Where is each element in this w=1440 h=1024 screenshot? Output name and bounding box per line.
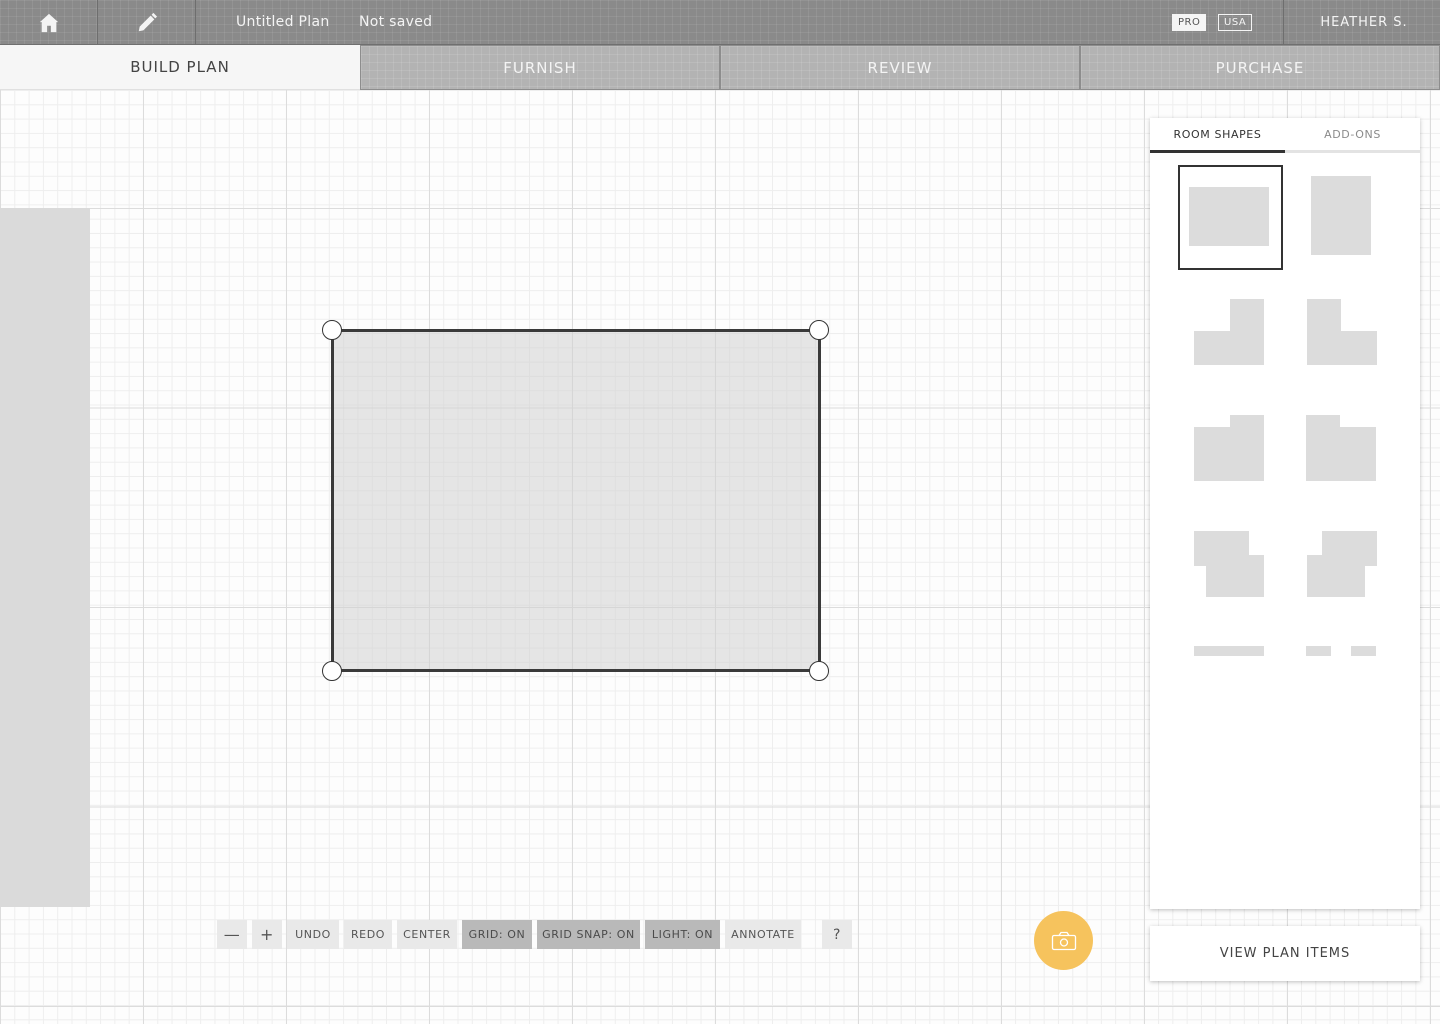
zoom-in-button[interactable]: + [252,920,282,949]
corner-handle-top-right[interactable] [809,320,829,340]
shape-offset-left[interactable] [1291,518,1396,618]
shape-wall-with-gap[interactable] [1291,633,1396,668]
user-menu[interactable]: HEATHER S. [1283,0,1440,45]
shape-notch-left[interactable] [1291,401,1396,501]
step-tabs: BUILD PLAN FURNISH REVIEW PURCHASE [0,45,1440,90]
shape-offset-right[interactable] [1178,518,1283,618]
edit-plan-button[interactable] [98,0,196,45]
redo-button[interactable]: REDO [344,920,392,949]
tab-purchase[interactable]: PURCHASE [1080,45,1440,90]
tab-add-ons[interactable]: ADD-ONS [1285,118,1420,153]
annotate-button[interactable]: ANNOTATE [725,920,801,949]
home-icon [39,13,58,32]
tab-room-shapes[interactable]: ROOM SHAPES [1150,118,1285,153]
shape-l-left[interactable] [1291,285,1396,385]
room-rectangle[interactable] [331,329,821,672]
corner-handle-top-left[interactable] [322,320,342,340]
left-side-panel [0,208,90,907]
pencil-icon [138,12,157,31]
shapes-panel: ROOM SHAPES ADD-ONS [1150,118,1420,909]
plan-title[interactable]: Untitled Plan [236,0,330,45]
home-button[interactable] [0,0,98,45]
help-button[interactable]: ? [822,920,852,949]
camera-icon [1051,931,1076,950]
shape-wall[interactable] [1178,633,1283,668]
tab-review[interactable]: REVIEW [720,45,1080,90]
user-name: HEATHER S. [1320,15,1408,30]
tab-furnish[interactable]: FURNISH [360,45,720,90]
shape-notch-right[interactable] [1178,401,1283,501]
region-badge[interactable]: USA [1218,14,1253,31]
center-button[interactable]: CENTER [397,920,457,949]
shape-tall-rectangle[interactable] [1291,165,1396,270]
shape-rectangle[interactable] [1178,165,1283,270]
shape-l-right[interactable] [1178,285,1283,385]
snapshot-button[interactable] [1034,911,1093,970]
grid-snap-toggle[interactable]: GRID SNAP: ON [537,920,640,949]
undo-button[interactable]: UNDO [287,920,339,949]
corner-handle-bottom-left[interactable] [322,661,342,681]
corner-handle-bottom-right[interactable] [809,661,829,681]
view-plan-items-button[interactable]: VIEW PLAN ITEMS [1150,926,1420,981]
top-bar: Untitled Plan Not saved PRO USA HEATHER … [0,0,1440,45]
save-status: Not saved [359,14,433,30]
tab-build-plan[interactable]: BUILD PLAN [0,45,360,90]
zoom-out-button[interactable]: — [217,920,247,949]
light-toggle[interactable]: LIGHT: ON [645,920,720,949]
pro-badge[interactable]: PRO [1172,14,1207,31]
grid-toggle[interactable]: GRID: ON [462,920,532,949]
